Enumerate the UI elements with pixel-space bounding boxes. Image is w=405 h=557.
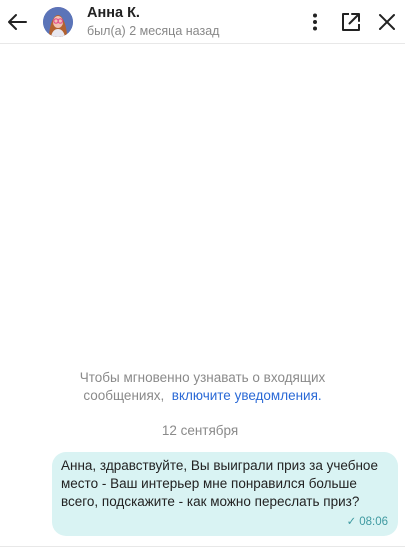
contact-name: Анна К. <box>87 4 140 21</box>
notification-prompt-prefix: сообщениях, <box>83 388 165 403</box>
notification-prompt-line2: сообщениях, включите уведомления. <box>0 387 405 405</box>
contact-info[interactable]: Анна К. был(а) 2 месяца назад <box>87 5 219 39</box>
outgoing-message[interactable]: Анна, здравствуйте, Вы выиграли приз за … <box>52 452 398 536</box>
message-list[interactable]: Чтобы мгновенно узнавать о входящих сооб… <box>0 45 405 545</box>
message-meta: ✓ 08:06 <box>347 513 388 531</box>
arrow-left-icon <box>8 13 27 30</box>
message-text: Анна, здравствуйте, Вы выиграли приз за … <box>61 458 378 510</box>
open-external-button[interactable] <box>333 2 369 42</box>
avatar-image <box>43 6 73 37</box>
date-separator: 12 сентября <box>161 423 239 438</box>
more-vertical-icon <box>313 13 317 31</box>
check-icon: ✓ <box>346 515 357 528</box>
back-button[interactable] <box>0 2 34 42</box>
last-seen-status: был(а) 2 месяца назад <box>87 23 220 38</box>
messenger-window: Анна К. был(а) 2 месяца назад Чтобы мгно… <box>0 0 405 557</box>
notification-prompt: Чтобы мгновенно узнавать о входящих сооб… <box>0 369 405 405</box>
header-actions <box>297 0 405 44</box>
external-link-icon <box>342 13 360 31</box>
message-time: 08:06 <box>359 515 388 528</box>
notification-prompt-line1: Чтобы мгновенно узнавать о входящих <box>79 370 326 385</box>
chat-header: Анна К. был(а) 2 месяца назад <box>0 0 405 44</box>
divider <box>0 546 405 547</box>
close-button[interactable] <box>369 2 405 42</box>
menu-button[interactable] <box>297 2 333 42</box>
close-icon <box>379 14 395 30</box>
enable-notifications-link[interactable]: включите уведомления. <box>172 388 322 403</box>
avatar[interactable] <box>43 6 73 37</box>
